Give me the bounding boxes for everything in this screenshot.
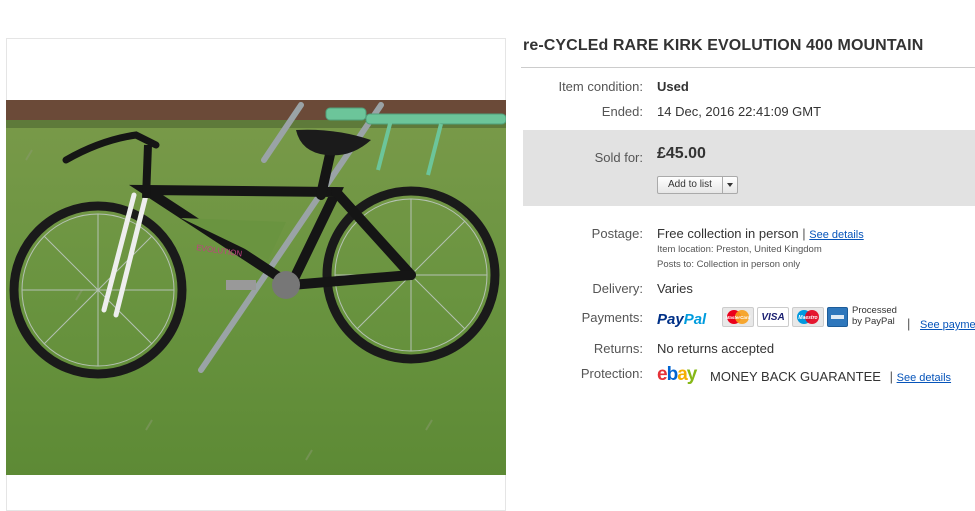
ebay-logo-b: b: [666, 364, 679, 385]
amex-logo-graphic: [831, 315, 844, 319]
delivery-label: Delivery:: [592, 281, 643, 296]
postage-separator: |: [802, 226, 806, 241]
mastercard-logo-graphic: MasterCard: [726, 310, 751, 324]
maestro-logo-graphic: Maestro: [797, 310, 819, 324]
maestro-text: Maestro: [798, 315, 817, 321]
sold-label: Sold for:: [594, 150, 643, 165]
item-title: re-CYCLEd RARE KIRK EVOLUTION 400 MOUNTA…: [523, 37, 924, 54]
mastercard-icon: MasterCard: [722, 307, 754, 327]
ebay-logo-y: y: [686, 364, 698, 385]
title-divider: [521, 67, 975, 68]
returns-value: No returns accepted: [657, 341, 775, 356]
sold-price: £45.00: [657, 145, 706, 162]
returns-label: Returns:: [593, 341, 643, 356]
postage-see-details-link[interactable]: See details: [809, 229, 863, 241]
visa-icon: VISA: [757, 307, 789, 327]
protection-row: MONEY BACK GUARANTEE | See details: [710, 369, 951, 384]
sold-price-box: [523, 130, 975, 206]
condition-value: Used: [657, 79, 689, 94]
postage-value: Free collection in person: [657, 226, 799, 241]
see-payment-details-link[interactable]: See payme: [920, 319, 975, 331]
processed-line1: Processed: [852, 305, 897, 316]
processed-by-paypal: Processed by PayPal: [852, 305, 897, 327]
add-to-list-label[interactable]: Add to list: [658, 177, 723, 193]
processed-line2: by PayPal: [852, 316, 895, 327]
paypal-logo: PayPal: [657, 311, 706, 328]
paypal-logo-part2: Pal: [683, 311, 707, 328]
item-location: Item location: Preston, United Kingdom: [657, 244, 822, 255]
protection-separator: |: [889, 369, 893, 384]
protection-see-details-link[interactable]: See details: [897, 372, 951, 384]
postage-label: Postage:: [591, 226, 643, 241]
payments-separator: |: [907, 316, 911, 331]
ended-label: Ended:: [601, 104, 643, 119]
mastercard-text: MasterCard: [726, 315, 751, 320]
main-item-photo[interactable]: EVOLUTION: [6, 100, 506, 475]
ended-value: 14 Dec, 2016 22:41:09 GMT: [657, 104, 822, 119]
paypal-logo-part1: Pay: [657, 311, 684, 328]
condition-label: Item condition:: [558, 79, 643, 94]
maestro-icon: Maestro: [792, 307, 824, 327]
bicycle-photo: EVOLUTION: [6, 100, 506, 475]
add-to-list-button[interactable]: Add to list: [657, 176, 738, 194]
money-back-guarantee: MONEY BACK GUARANTEE: [710, 369, 881, 384]
amex-icon: [827, 307, 848, 327]
payments-link-row: | See payme: [907, 316, 975, 331]
payments-label: Payments:: [581, 310, 643, 325]
ebay-logo: ebay: [657, 364, 698, 386]
ebay-logo-e: e: [657, 364, 668, 385]
ebay-logo-a: a: [677, 364, 688, 385]
chevron-down-icon[interactable]: [723, 177, 737, 193]
protection-label: Protection:: [580, 366, 643, 381]
delivery-value: Varies: [657, 281, 693, 296]
posts-to: Posts to: Collection in person only: [657, 259, 801, 270]
postage-row: Free collection in person | See details: [657, 226, 864, 241]
